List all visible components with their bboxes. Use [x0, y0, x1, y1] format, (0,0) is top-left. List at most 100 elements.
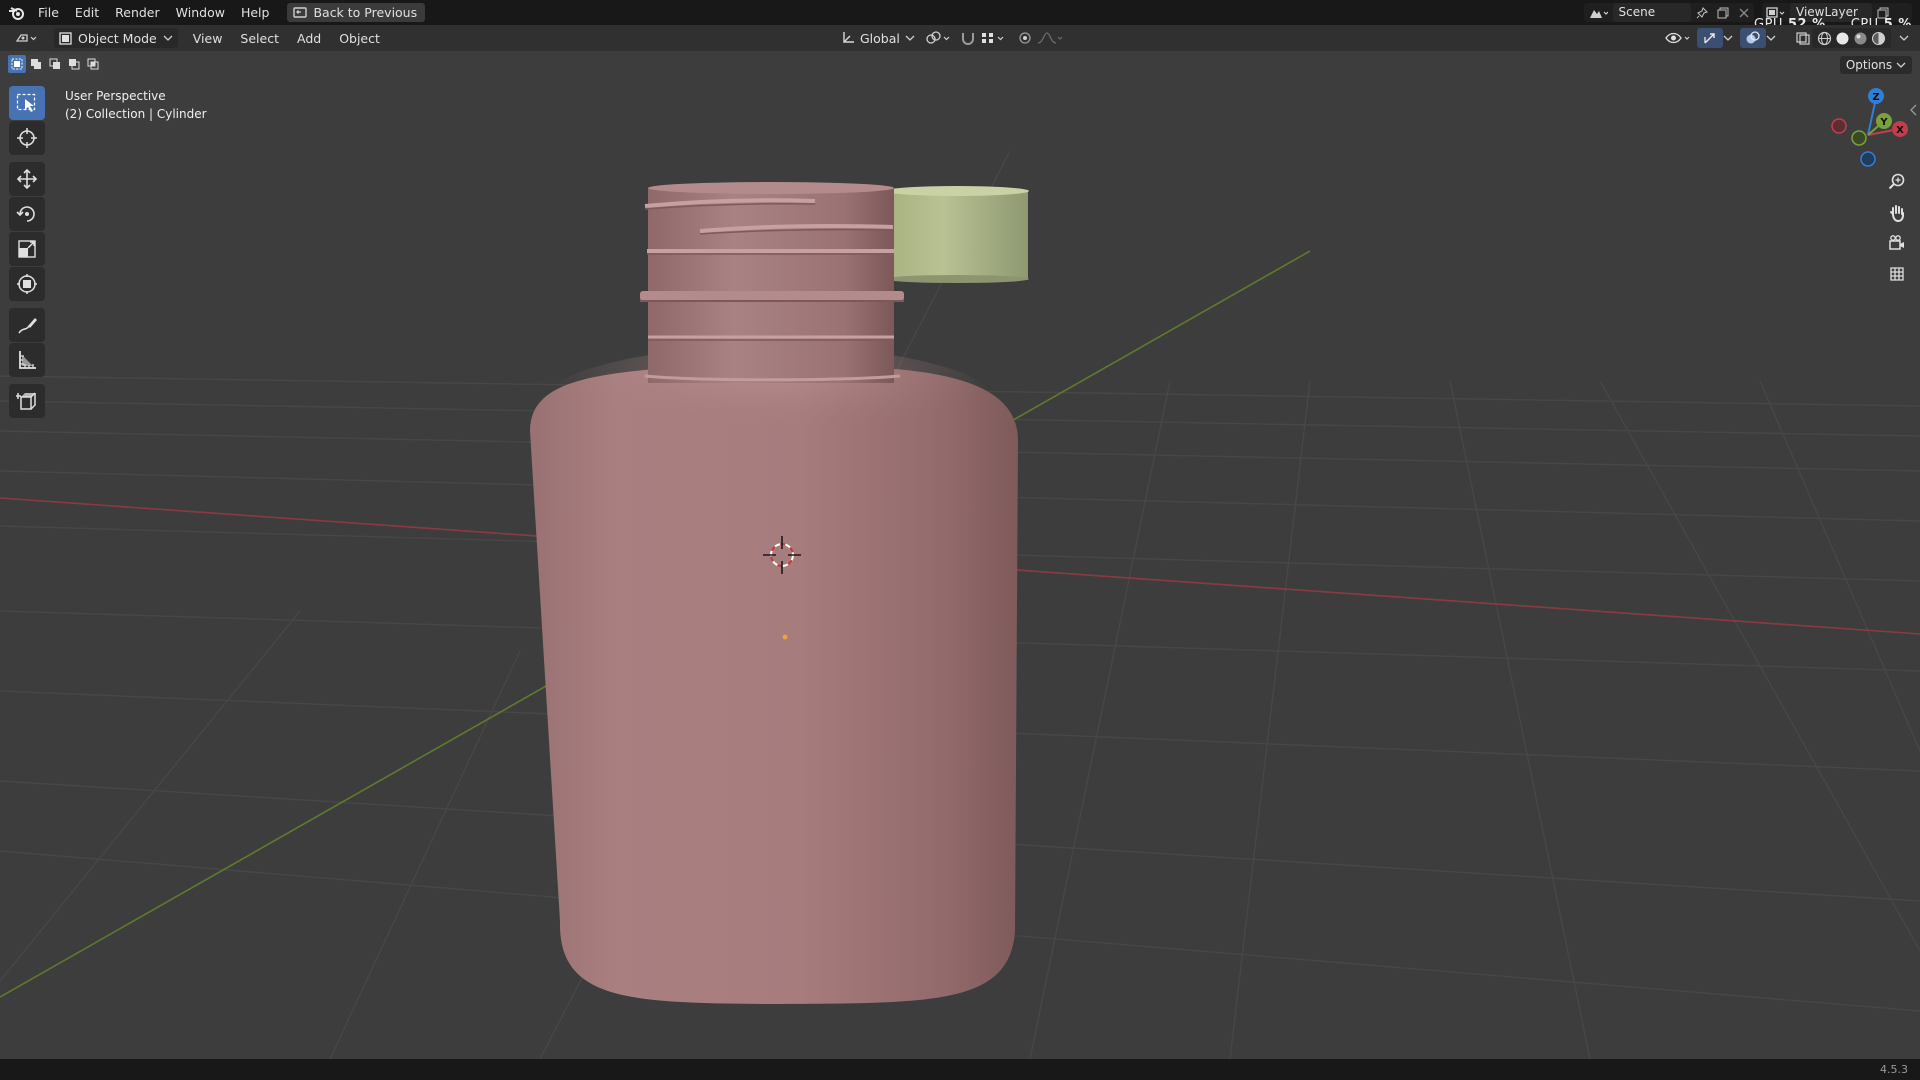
- bottle-cap-mesh: [885, 186, 1029, 283]
- menu-view[interactable]: View: [184, 31, 232, 46]
- menu-object[interactable]: Object: [330, 31, 389, 46]
- chevron-down-icon: [1896, 62, 1906, 68]
- cursor-icon: [17, 128, 37, 148]
- back-to-previous-button[interactable]: Back to Previous: [287, 3, 426, 22]
- tool-shelf: [9, 86, 45, 419]
- menu-file[interactable]: File: [30, 0, 67, 25]
- select-extend-icon[interactable]: [27, 55, 45, 73]
- status-bar: 4.5.3: [0, 1059, 1920, 1080]
- material-preview-icon[interactable]: [1853, 31, 1868, 46]
- blender-logo-icon[interactable]: [4, 0, 30, 25]
- snap-target-dropdown[interactable]: [976, 28, 1012, 48]
- zoom-view-button[interactable]: [1883, 168, 1911, 196]
- select-box-icon: [16, 93, 36, 112]
- snap-grid-icon: [982, 33, 1004, 43]
- select-box-tool[interactable]: [9, 86, 45, 120]
- editor-type-button[interactable]: [10, 28, 48, 48]
- gizmo-neg-y-icon: [1851, 130, 1867, 146]
- menu-add[interactable]: Add: [288, 31, 330, 46]
- back-to-previous-label: Back to Previous: [313, 5, 418, 20]
- menu-render[interactable]: Render: [107, 0, 168, 25]
- transform-icon: [17, 274, 37, 294]
- scale-icon: [18, 240, 36, 258]
- options-label: Options: [1845, 58, 1893, 72]
- pivot-point-dropdown[interactable]: [920, 28, 958, 48]
- scene-selector: Scene: [1584, 3, 1754, 22]
- toggle-ortho-button[interactable]: [1883, 259, 1911, 287]
- move-tool[interactable]: [9, 162, 45, 196]
- measure-ruler-icon: [19, 351, 36, 369]
- select-intersect-icon[interactable]: [84, 55, 102, 73]
- camera-icon: [1889, 235, 1904, 250]
- version-text: 4.5.3: [1880, 1063, 1908, 1076]
- menu-help[interactable]: Help: [233, 0, 278, 25]
- back-screen-icon: [293, 6, 308, 18]
- zoom-magnifier-icon: [1888, 173, 1905, 190]
- solid-shading-icon[interactable]: [1835, 31, 1850, 46]
- wireframe-shading-icon[interactable]: [1817, 31, 1832, 46]
- gizmo-neg-x-icon: [1831, 118, 1847, 134]
- pin-icon[interactable]: [1691, 6, 1712, 19]
- add-cube-tool[interactable]: [9, 384, 45, 418]
- overlays-dropdown[interactable]: [1761, 28, 1781, 48]
- svg-text:X: X: [1896, 125, 1904, 136]
- scene-name-field[interactable]: Scene: [1612, 3, 1692, 22]
- top-menu-bar: File Edit Render Window Help Back to Pre…: [0, 0, 1920, 32]
- navigation-gizmo[interactable]: Z Y X: [1822, 84, 1920, 174]
- object-origin: [782, 634, 788, 640]
- move-arrows-icon: [16, 168, 38, 190]
- menu-edit[interactable]: Edit: [67, 0, 107, 25]
- select-new-icon[interactable]: [8, 55, 26, 73]
- overlay-circles-icon: [1746, 31, 1760, 44]
- chevron-down-icon: [1766, 35, 1776, 41]
- svg-text:Z: Z: [1872, 92, 1879, 103]
- scene-browse-icon[interactable]: [1584, 6, 1613, 20]
- rotate-tool[interactable]: [9, 197, 45, 231]
- transform-tool[interactable]: [9, 267, 45, 301]
- bottle-mesh: [530, 182, 1018, 1004]
- chevron-down-icon: [905, 35, 915, 41]
- viewport-header: Object Mode View Select Add Object Globa…: [0, 25, 1920, 51]
- rotate-icon: [16, 206, 35, 222]
- measure-tool[interactable]: [9, 343, 45, 377]
- menu-select[interactable]: Select: [231, 31, 288, 46]
- gizmo-neg-z-icon: [1860, 151, 1876, 167]
- annotate-pencil-icon: [18, 318, 37, 334]
- magnet-icon: [962, 33, 974, 45]
- view-perspective-text: User Perspective: [65, 89, 166, 103]
- add-cube-icon: [16, 392, 36, 410]
- select-subtract-icon[interactable]: [46, 55, 64, 73]
- select-invert-icon[interactable]: [65, 55, 83, 73]
- object-mode-dropdown[interactable]: Object Mode: [54, 28, 178, 48]
- chevron-down-icon: [1723, 35, 1733, 41]
- shading-options-dropdown[interactable]: [1894, 28, 1914, 48]
- proportional-falloff-dropdown[interactable]: [1032, 28, 1070, 48]
- annotate-tool[interactable]: [9, 308, 45, 342]
- menu-window[interactable]: Window: [168, 0, 233, 25]
- global-axis-icon: [843, 32, 854, 43]
- xray-icon: [1796, 32, 1810, 45]
- sidebar-toggle-chevron-icon[interactable]: [1910, 104, 1920, 118]
- shading-mode-group: [1812, 28, 1891, 48]
- eye-icon: [1665, 32, 1690, 44]
- transform-orientation-dropdown[interactable]: Global: [836, 28, 920, 48]
- visibility-selectability-dropdown[interactable]: [1660, 28, 1698, 48]
- viewport-scene: [0, 150, 1920, 1059]
- falloff-curve-icon: [1037, 32, 1063, 44]
- camera-view-button[interactable]: [1883, 229, 1911, 257]
- new-scene-icon[interactable]: [1712, 7, 1733, 19]
- svg-text:Y: Y: [1879, 117, 1888, 128]
- 3d-viewport-icon: [15, 34, 37, 42]
- options-dropdown[interactable]: Options: [1839, 56, 1912, 74]
- object-mode-icon: [59, 31, 72, 45]
- scale-tool[interactable]: [9, 232, 45, 266]
- pan-view-button[interactable]: [1883, 199, 1911, 227]
- gizmo-dropdown[interactable]: [1718, 28, 1738, 48]
- object-mode-label: Object Mode: [78, 30, 157, 46]
- viewport-info-overlay: User Perspective (2) Collection | Cylind…: [65, 87, 207, 123]
- rendered-shading-icon[interactable]: [1871, 31, 1886, 46]
- cursor-tool[interactable]: [9, 121, 45, 155]
- 3d-viewport[interactable]: [0, 51, 1920, 1059]
- close-scene-icon[interactable]: [1733, 8, 1754, 18]
- pivot-link-icon: [926, 31, 950, 44]
